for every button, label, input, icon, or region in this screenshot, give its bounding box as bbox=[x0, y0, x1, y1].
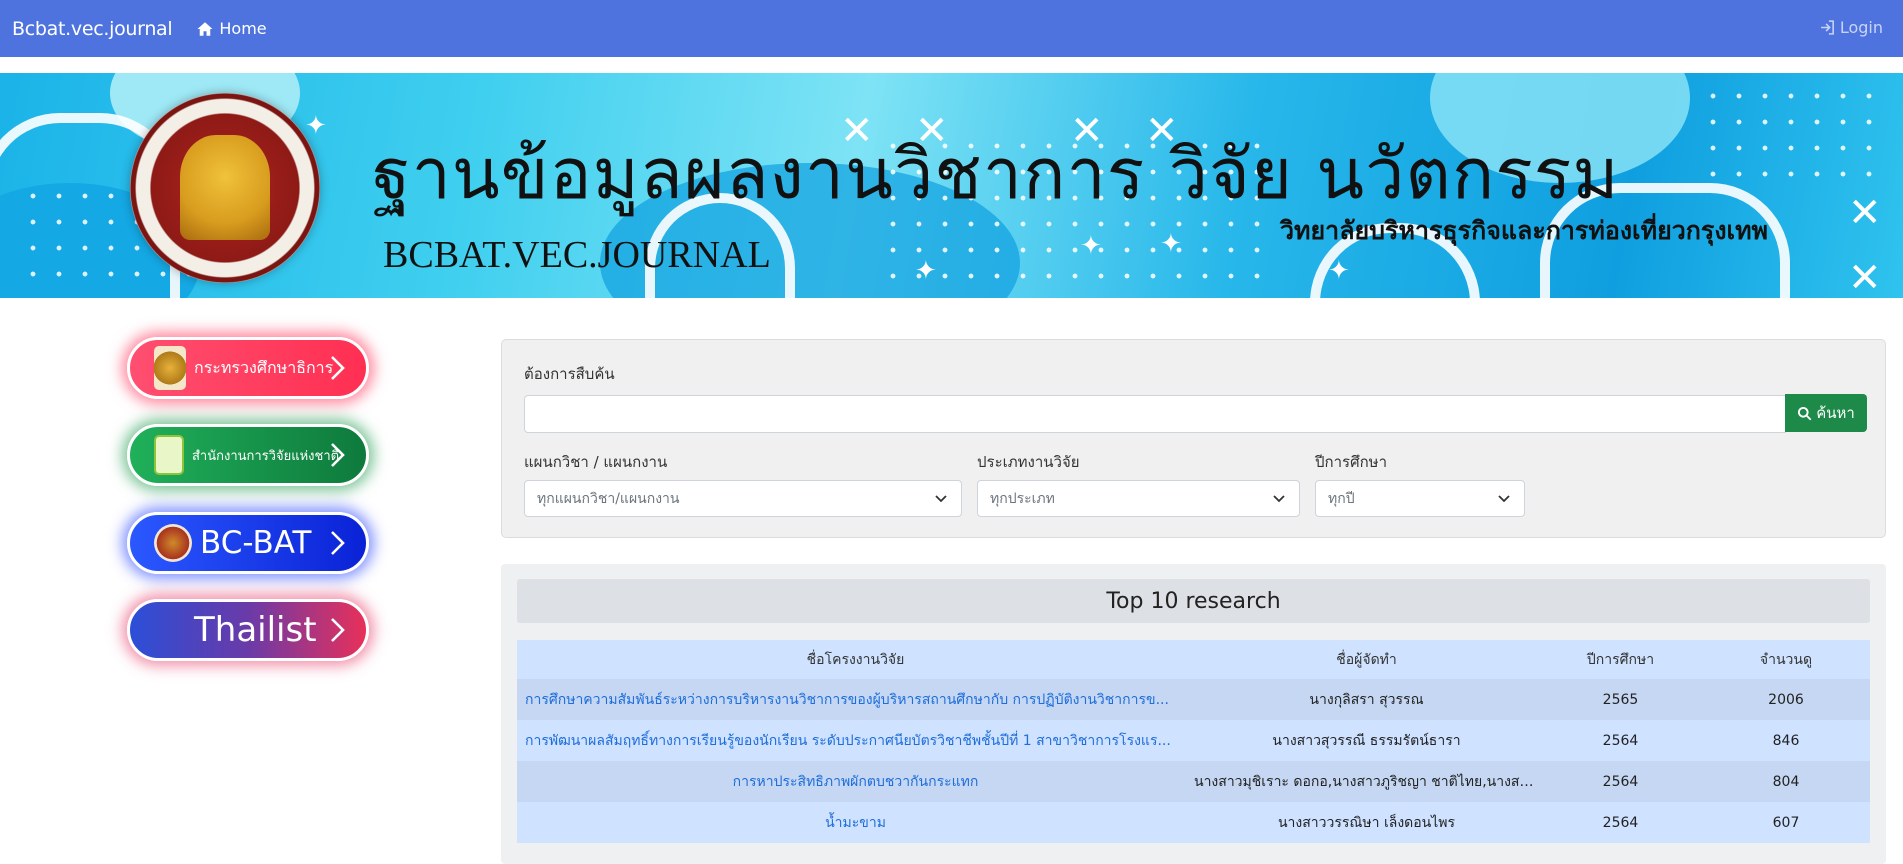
chevron-right-icon bbox=[331, 443, 345, 467]
nav-login-link[interactable]: Login bbox=[1819, 18, 1883, 37]
research-views: 846 bbox=[1702, 720, 1870, 761]
moe-link-label: กระทรวงศึกษาธิการ bbox=[194, 357, 334, 377]
bcbat-link-button[interactable]: BC-BAT bbox=[127, 512, 369, 574]
top-research-table: ชื่อโครงงานวิจัย ชื่อผู้จัดทำ ปีการศึกษา… bbox=[517, 640, 1870, 843]
thailist-link-button[interactable]: Thailist bbox=[127, 599, 369, 661]
research-author: นางสาววรรณิษา เล็งดอนไพร bbox=[1194, 802, 1539, 843]
banner-sparkle: ✦ bbox=[1080, 231, 1102, 261]
top-navbar: Bcbat.vec.journal Home Login bbox=[0, 0, 1903, 57]
research-title-text: การพัฒนาผลสัมฤทธิ์ทางการเรียนรู้ของนักเร… bbox=[525, 732, 1171, 749]
research-author: นางกุลิสรา สุวรรณ bbox=[1194, 679, 1539, 720]
top-research-heading: Top 10 research bbox=[517, 579, 1870, 623]
chevron-down-icon bbox=[935, 495, 947, 503]
nav-login-label: Login bbox=[1839, 18, 1883, 37]
college-seal-icon bbox=[154, 524, 192, 562]
table-row: การหาประสิทธิภาพผักตบชวากันกระแทก นางสาว… bbox=[517, 761, 1870, 802]
research-year: 2564 bbox=[1539, 802, 1702, 843]
seal-emblem bbox=[180, 135, 270, 240]
research-type-label: ประเภทงานวิจัย bbox=[977, 453, 1080, 471]
top-research-panel: Top 10 research ชื่อโครงงานวิจัย ชื่อผู้… bbox=[501, 564, 1886, 864]
academic-year-select[interactable]: ทุกปี bbox=[1315, 480, 1525, 517]
research-type-select[interactable]: ทุกประเภท bbox=[977, 480, 1300, 517]
thailist-link-label: Thailist bbox=[194, 610, 317, 650]
department-select[interactable]: ทุกแผนกวิชา/แผนกงาน bbox=[524, 480, 962, 517]
academic-year-label: ปีการศึกษา bbox=[1315, 453, 1387, 471]
banner-x-mark: ✕ bbox=[1848, 255, 1882, 298]
chevron-down-icon bbox=[1498, 495, 1510, 503]
column-header-author: ชื่อผู้จัดทำ bbox=[1194, 640, 1539, 679]
chevron-down-icon bbox=[1273, 495, 1285, 503]
search-button[interactable]: ค้นหา bbox=[1785, 394, 1867, 432]
research-views: 2006 bbox=[1702, 679, 1870, 720]
moe-emblem-icon bbox=[154, 346, 186, 390]
search-query-label: ต้องการสืบค้น bbox=[524, 365, 615, 383]
table-row: การศึกษาความสัมพันธ์ระหว่างการบริหารงานว… bbox=[517, 679, 1870, 720]
table-row: น้ำมะขาม นางสาววรรณิษา เล็งดอนไพร 2564 6… bbox=[517, 802, 1870, 843]
academic-year-select-value: ทุกปี bbox=[1328, 490, 1355, 507]
chevron-right-icon bbox=[331, 618, 345, 642]
nrct-logo-icon bbox=[154, 435, 184, 475]
home-icon bbox=[197, 21, 213, 36]
department-label: แผนกวิชา / แผนกงาน bbox=[524, 453, 668, 471]
research-year: 2564 bbox=[1539, 761, 1702, 802]
research-author-text: นางสาวมุชิเราะ ดอกอ,นางสาวภูริชญา ชาติไท… bbox=[1194, 773, 1534, 790]
banner-dots bbox=[1700, 83, 1880, 193]
research-year: 2565 bbox=[1539, 679, 1702, 720]
research-author: นางสาวสุวรรณี ธรรมรัตน์ธารา bbox=[1194, 720, 1539, 761]
search-icon bbox=[1798, 406, 1812, 420]
chevron-right-icon bbox=[331, 531, 345, 555]
banner-sparkle: ✦ bbox=[305, 111, 327, 141]
banner-subtitle: วิทยาลัยบริหารธุรกิจและการท่องเที่ยวกรุง… bbox=[1280, 216, 1769, 245]
banner-english-title: BCBAT.VEC.JOURNAL bbox=[383, 234, 771, 276]
banner-sparkle: ✦ bbox=[915, 256, 937, 286]
department-select-value: ทุกแผนกวิชา/แผนกงาน bbox=[537, 490, 680, 507]
nrct-link-button[interactable]: สำนักงานการวิจัยแห่งชาติ bbox=[127, 424, 369, 486]
nav-home-link[interactable]: Home bbox=[196, 19, 267, 38]
research-year: 2564 bbox=[1539, 720, 1702, 761]
moe-link-button[interactable]: กระทรวงศึกษาธิการ bbox=[127, 337, 369, 399]
table-header-row: ชื่อโครงงานวิจัย ชื่อผู้จัดทำ ปีการศึกษา… bbox=[517, 640, 1870, 679]
research-title-link[interactable]: การศึกษาความสัมพันธ์ระหว่างการบริหารงานว… bbox=[517, 679, 1194, 720]
chevron-right-icon bbox=[331, 356, 345, 380]
site-brand[interactable]: Bcbat.vec.journal bbox=[12, 18, 173, 40]
nrct-link-label: สำนักงานการวิจัยแห่งชาติ bbox=[192, 448, 340, 464]
research-title-link[interactable]: การพัฒนาผลสัมฤทธิ์ทางการเรียนรู้ของนักเร… bbox=[517, 720, 1194, 761]
research-views: 607 bbox=[1702, 802, 1870, 843]
research-author: นางสาวมุชิเราะ ดอกอ,นางสาวภูริชญา ชาติไท… bbox=[1194, 761, 1539, 802]
column-header-views: จำนวนดู bbox=[1702, 640, 1870, 679]
banner-sparkle: ✦ bbox=[1160, 229, 1182, 259]
banner-sparkle: ✦ bbox=[1328, 256, 1350, 286]
table-row: การพัฒนาผลสัมฤทธิ์ทางการเรียนรู้ของนักเร… bbox=[517, 720, 1870, 761]
research-title-link[interactable]: น้ำมะขาม bbox=[517, 802, 1194, 843]
research-title-link[interactable]: การหาประสิทธิภาพผักตบชวากันกระแทก bbox=[517, 761, 1194, 802]
banner-x-mark: ✕ bbox=[1848, 190, 1882, 236]
sign-in-icon bbox=[1820, 20, 1834, 35]
research-type-select-value: ทุกประเภท bbox=[990, 490, 1055, 507]
research-title-text: การศึกษาความสัมพันธ์ระหว่างการบริหารงานว… bbox=[525, 691, 1169, 708]
search-input[interactable] bbox=[524, 395, 1786, 433]
nav-home-label: Home bbox=[219, 19, 267, 38]
search-panel: ต้องการสืบค้น ค้นหา แผนกวิชา / แผนกงาน ท… bbox=[501, 339, 1886, 538]
research-views: 804 bbox=[1702, 761, 1870, 802]
column-header-year: ปีการศึกษา bbox=[1539, 640, 1702, 679]
search-button-label: ค้นหา bbox=[1816, 404, 1855, 422]
college-seal-logo bbox=[130, 93, 320, 283]
column-header-title: ชื่อโครงงานวิจัย bbox=[517, 640, 1194, 679]
bcbat-link-label: BC-BAT bbox=[200, 525, 312, 561]
